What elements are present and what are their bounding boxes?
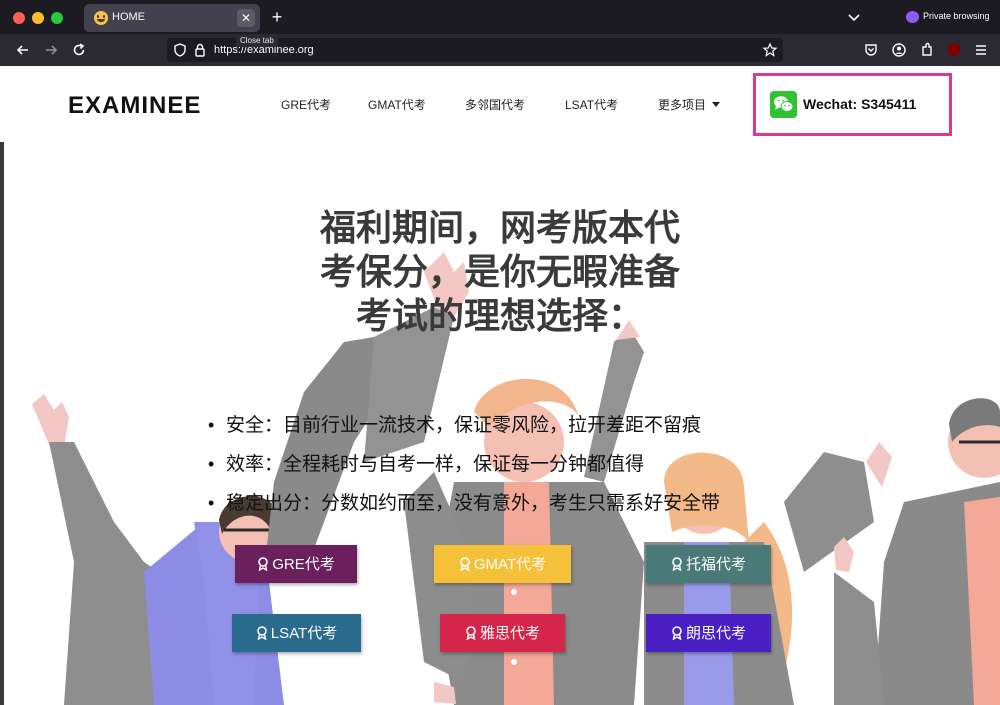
nav-gre[interactable]: GRE代考 (281, 96, 331, 113)
tab-close-tooltip: Close tab (236, 34, 278, 47)
hero-title: 福利期间，网考版本代 考保分，是你无暇准备 考试的理想选择： (300, 206, 700, 338)
linguaskill-service-label: 朗思代考 (685, 625, 746, 642)
pocket-icon[interactable] (863, 42, 879, 58)
award-icon (256, 626, 268, 644)
tab-close-icon[interactable]: ✕ (237, 9, 255, 27)
award-icon (671, 626, 683, 644)
nav-duolingo[interactable]: 多邻国代考 (465, 96, 525, 113)
extensions-icon[interactable] (919, 42, 935, 58)
lsat-service-button[interactable]: LSAT代考 (232, 614, 361, 652)
award-icon (257, 557, 269, 575)
back-arrow-icon[interactable] (15, 42, 31, 58)
lsat-service-label: LSAT代考 (270, 625, 338, 642)
app-menu-icon[interactable] (973, 42, 989, 58)
feature-item-efficiency: 效率：全程耗时与自考一样，保证每一分钟都值得 (208, 445, 720, 484)
tab-home[interactable]: HOME ✕ (84, 4, 260, 32)
emoji-favicon-icon (94, 11, 108, 25)
window-minimize-button[interactable] (32, 12, 44, 24)
site-logo[interactable]: EXAMINEE (68, 92, 201, 120)
hero-title-line: 福利期间，网考版本代 (319, 207, 680, 248)
ielts-service-button[interactable]: 雅思代考 (440, 614, 565, 652)
feature-item-stable-score: 稳定出分：分数如约而至，没有意外，考生只需系好安全带 (208, 484, 720, 523)
ublock-icon[interactable] (946, 42, 962, 58)
forward-arrow-icon[interactable] (43, 42, 59, 58)
caret-down-icon (712, 102, 721, 107)
gmat-service-button[interactable]: GMAT代考 (434, 545, 571, 583)
nav-gmat[interactable]: GMAT代考 (368, 96, 426, 113)
bookmark-star-icon[interactable] (762, 42, 778, 58)
ielts-service-label: 雅思代考 (479, 625, 540, 642)
browser-tab-bar: HOME ✕ + Private browsing (0, 0, 1000, 34)
hero-title-line: 考保分，是你无暇准备 (319, 251, 680, 292)
hero-title-line: 考试的理想选择： (355, 295, 644, 336)
gmat-service-label: GMAT代考 (473, 556, 547, 573)
window-zoom-button[interactable] (51, 12, 63, 24)
private-browsing-icon (906, 11, 919, 23)
gre-service-button[interactable]: GRE代考 (235, 545, 357, 583)
nav-more-dropdown[interactable]: 更多项目 (658, 96, 721, 113)
tab-title: HOME (112, 11, 145, 23)
award-icon (459, 557, 471, 575)
feature-item-safety: 安全：目前行业一流技术，保证零风险，拉开差距不留痕 (208, 406, 720, 445)
list-all-tabs-icon[interactable] (846, 9, 862, 25)
account-icon[interactable] (891, 42, 907, 58)
toefl-service-button[interactable]: 托福代考 (646, 545, 771, 583)
nav-lsat[interactable]: LSAT代考 (565, 96, 618, 113)
wechat-contact[interactable]: Wechat: S345411 (803, 96, 916, 112)
nav-more-label: 更多项目 (658, 98, 707, 112)
shield-icon[interactable] (172, 42, 188, 58)
toefl-service-label: 托福代考 (685, 556, 746, 573)
private-browsing-label: Private browsing (923, 11, 990, 21)
wechat-icon (770, 91, 797, 118)
linguaskill-service-button[interactable]: 朗思代考 (646, 614, 771, 652)
award-icon (671, 557, 683, 575)
award-icon (465, 626, 477, 644)
gre-service-label: GRE代考 (272, 556, 335, 573)
feature-list: 安全：目前行业一流技术，保证零风险，拉开差距不留痕 效率：全程耗时与自考一样，保… (208, 406, 720, 523)
window-close-button[interactable] (13, 12, 25, 24)
new-tab-button[interactable]: + (267, 7, 287, 27)
reload-icon[interactable] (71, 42, 87, 58)
lock-icon[interactable] (192, 42, 208, 58)
